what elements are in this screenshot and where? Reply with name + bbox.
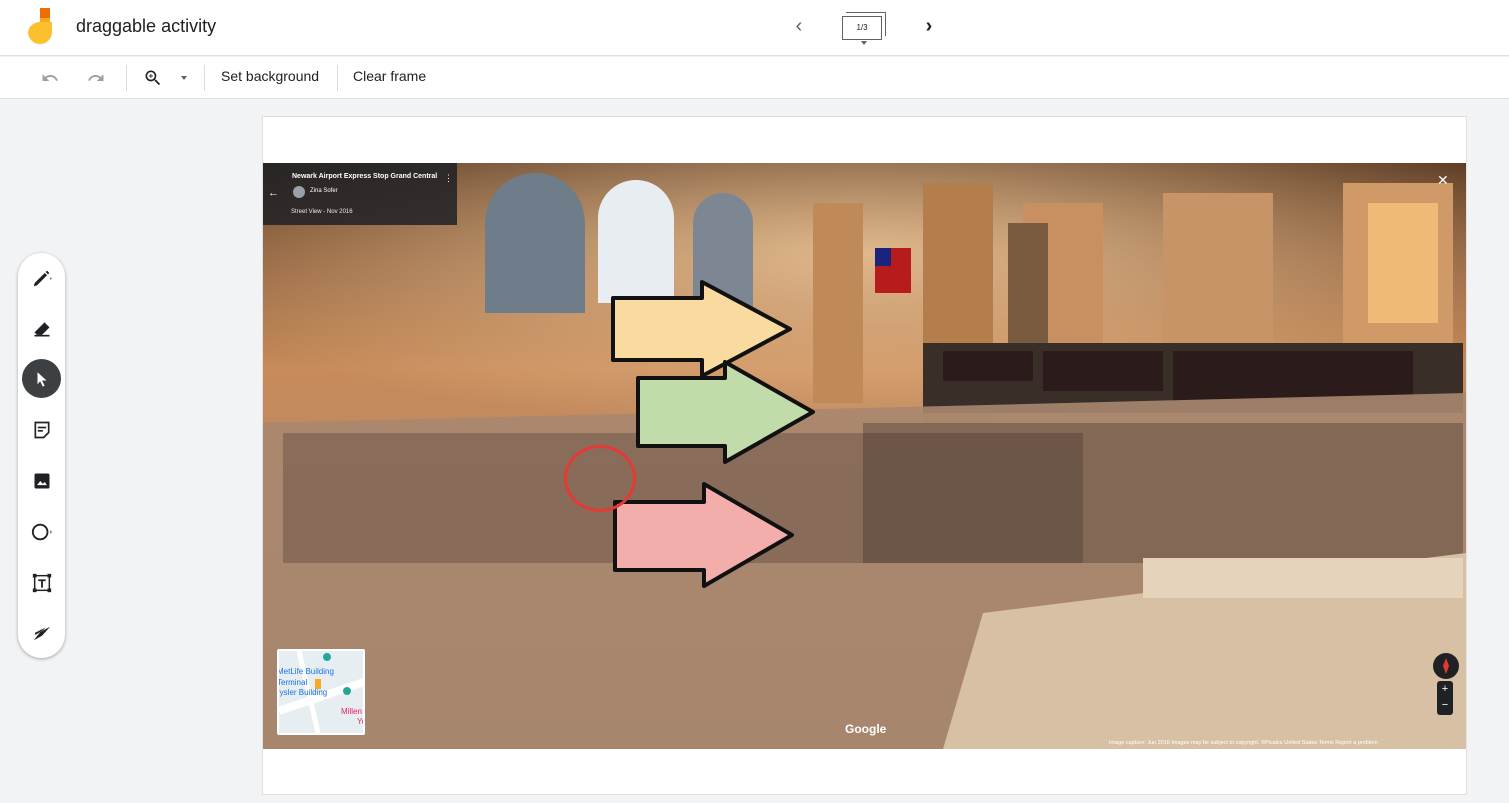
- image-icon[interactable]: [22, 461, 61, 500]
- tool-rail: [18, 253, 65, 658]
- streetview-zoom-icon: + −: [1437, 681, 1453, 715]
- pen-icon[interactable]: [22, 258, 61, 297]
- google-logo: Google: [845, 722, 887, 736]
- minimap-label: Yo: [357, 717, 363, 726]
- chevron-left-icon[interactable]: ‹: [786, 12, 812, 40]
- toolbar-divider: [126, 65, 127, 91]
- streetview-title: Newark Airport Express Stop Grand Centra…: [292, 173, 438, 180]
- undo-icon[interactable]: [38, 65, 62, 91]
- zoom-in-icon[interactable]: [141, 65, 165, 91]
- jamboard-logo-icon: [26, 8, 56, 46]
- streetview-info-panel: ← Newark Airport Express Stop Grand Cent…: [263, 163, 457, 225]
- clear-frame-button[interactable]: Clear frame: [353, 68, 426, 84]
- minimap-label: Millen: [341, 707, 362, 716]
- author-avatar: [293, 186, 305, 198]
- back-arrow-icon: ←: [268, 187, 279, 199]
- close-icon: ✕: [1437, 172, 1449, 188]
- sticky-note-icon[interactable]: [22, 410, 61, 449]
- frame-counter-label: 1/3: [842, 16, 882, 40]
- more-vert-icon: ⋮: [444, 173, 453, 183]
- frame-background-image: ← Newark Airport Express Stop Grand Cent…: [263, 163, 1466, 749]
- pink-arrow-shape[interactable]: [612, 482, 796, 588]
- top-bar: draggable activity ‹ 1/3 ›: [0, 0, 1509, 56]
- compass-icon: [1433, 653, 1459, 679]
- app-title[interactable]: draggable activity: [76, 16, 216, 37]
- select-icon[interactable]: [22, 359, 61, 398]
- redo-icon[interactable]: [84, 65, 108, 91]
- circle-shape-icon[interactable]: [22, 512, 61, 551]
- toolbar-divider: [204, 65, 205, 91]
- green-arrow-shape[interactable]: [635, 360, 817, 464]
- minimap-label: rysler Building: [277, 688, 328, 697]
- minimap-label: MetLife Building: [277, 667, 334, 676]
- streetview-footer: Image capture: Jun 2016 Images may be su…: [1109, 740, 1378, 746]
- streetview-date: Street View - Nov 2016: [291, 209, 353, 215]
- caret-down-icon: [861, 41, 867, 45]
- frame-counter-button[interactable]: 1/3: [840, 12, 888, 48]
- zoom-dropdown-icon[interactable]: [177, 65, 191, 91]
- laser-icon[interactable]: [22, 613, 61, 652]
- text-box-icon[interactable]: [22, 563, 61, 602]
- chevron-right-icon[interactable]: ›: [916, 12, 942, 40]
- minimap: MetLife Building Terminal rysler Buildin…: [277, 649, 365, 735]
- minimap-label: Terminal: [277, 678, 308, 687]
- streetview-author: Zina Sofer: [310, 188, 338, 194]
- toolbar-divider: [337, 65, 338, 91]
- eraser-icon[interactable]: [22, 309, 61, 348]
- set-background-button[interactable]: Set background: [221, 68, 319, 84]
- edit-toolbar: Set background Clear frame: [0, 57, 1509, 99]
- red-circle-shape[interactable]: [564, 445, 636, 512]
